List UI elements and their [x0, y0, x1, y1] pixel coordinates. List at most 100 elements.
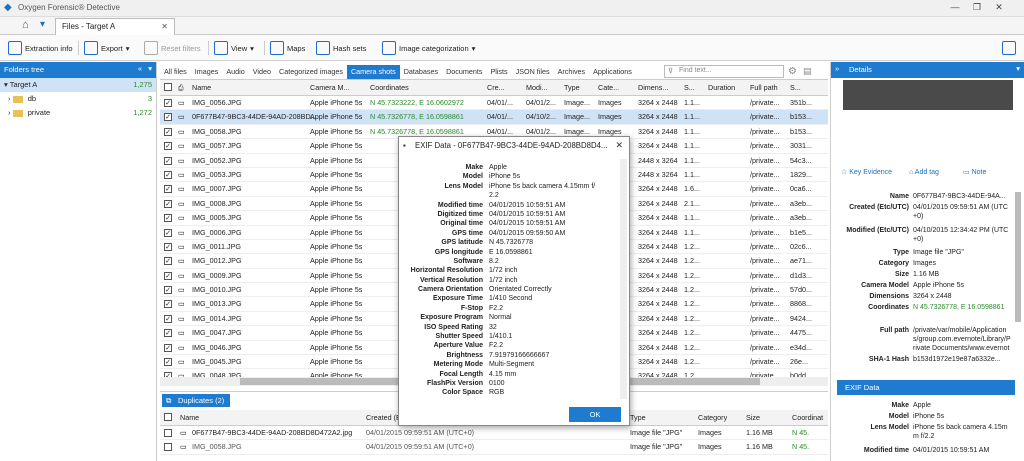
collapse-icon[interactable]: «: [138, 64, 142, 73]
tab-close-icon[interactable]: ✕: [161, 22, 168, 31]
row-checkbox[interactable]: ✓: [164, 300, 172, 309]
expand-icon[interactable]: ›: [8, 94, 11, 103]
table-row[interactable]: ✓ ▭ 0F677B47-9BC3-44DE-94AD-208BD... Apple …: [160, 110, 828, 125]
filter-tab[interactable]: Plists: [486, 65, 511, 79]
filter-tab[interactable]: Archives: [554, 65, 590, 79]
column-header[interactable]: Dimens...: [638, 80, 668, 96]
row-checkbox[interactable]: ✓: [164, 286, 172, 295]
column-header[interactable]: Cate...: [598, 80, 619, 96]
select-all-checkbox[interactable]: [164, 83, 172, 91]
row-checkbox[interactable]: ✓: [164, 170, 172, 179]
row-checkbox[interactable]: ✓: [164, 214, 172, 223]
row-checkbox[interactable]: [164, 429, 172, 437]
dialog-scrollbar[interactable]: [620, 159, 627, 399]
filter-tab[interactable]: Documents: [442, 65, 486, 79]
dialog-close-icon[interactable]: ✕: [615, 140, 623, 151]
maximize-icon[interactable]: ❐: [970, 2, 984, 14]
filter-tab[interactable]: Applications: [589, 65, 636, 79]
details-scrollbar[interactable]: [1015, 192, 1021, 322]
column-header[interactable]: Camera M...: [310, 80, 350, 96]
expand-icon[interactable]: ›: [8, 108, 11, 117]
filter-tab[interactable]: All files: [160, 65, 191, 79]
row-checkbox[interactable]: ✓: [164, 314, 172, 323]
layout-button[interactable]: [1002, 39, 1016, 57]
filter-tab-active[interactable]: Camera shots: [346, 65, 400, 79]
maps-button[interactable]: Maps: [270, 39, 305, 57]
collapse-icon[interactable]: »: [835, 64, 839, 73]
reset-filters-button[interactable]: Reset filters: [144, 39, 201, 57]
key-evidence-button[interactable]: ☆ Key Evidence: [841, 168, 892, 177]
settings-icon[interactable]: ⚙: [788, 66, 797, 77]
image-categorization-button[interactable]: Image categorization ▾: [382, 39, 475, 57]
home-icon[interactable]: ⌂: [22, 19, 29, 31]
find-text-input[interactable]: ⊽ Find text...: [664, 65, 784, 78]
column-header[interactable]: S...: [790, 80, 801, 96]
export-button[interactable]: Export ▾: [84, 39, 129, 57]
exif-value: RGB: [489, 389, 505, 397]
tab-dropdown-icon[interactable]: ▾: [40, 19, 45, 30]
column-header[interactable]: Type: [630, 410, 646, 426]
expand-icon[interactable]: ▾: [4, 80, 8, 89]
row-checkbox[interactable]: ✓: [164, 329, 172, 338]
print-icon[interactable]: ⎙: [178, 80, 184, 96]
row-checkbox[interactable]: ✓: [164, 127, 172, 136]
column-header[interactable]: Created (E: [366, 410, 401, 426]
ok-button[interactable]: OK: [569, 407, 621, 422]
table-row[interactable]: ✓ ▭ IMG_0056.JPG Apple iPhone 5s N 45.732322…: [160, 96, 828, 111]
row-checkbox[interactable]: ✓: [164, 113, 172, 122]
view-button[interactable]: View ▾: [214, 39, 254, 57]
close-icon[interactable]: ✕: [992, 2, 1006, 14]
cell-coords[interactable]: N 45.7326778, E 16.0598861: [370, 110, 464, 124]
column-header[interactable]: Modi...: [526, 80, 548, 96]
filter-tab[interactable]: Categorized images: [275, 65, 347, 79]
column-header[interactable]: Category: [698, 410, 727, 426]
hash-sets-button[interactable]: Hash sets: [316, 39, 366, 57]
extraction-info-button[interactable]: Extraction info: [8, 39, 73, 57]
coordinates-link[interactable]: N 45.7326778, E 16.0598861: [913, 303, 1011, 312]
exif-field: Software 8.2: [399, 257, 619, 266]
filter-tab[interactable]: Video: [249, 65, 275, 79]
filter-options-icon[interactable]: ▤: [803, 66, 812, 77]
column-header[interactable]: Coordinat: [792, 410, 823, 426]
row-checkbox[interactable]: ✓: [164, 228, 172, 237]
column-header[interactable]: Size: [746, 410, 760, 426]
row-checkbox[interactable]: [164, 443, 172, 452]
row-checkbox[interactable]: ✓: [164, 271, 172, 280]
column-header[interactable]: Name: [180, 410, 199, 426]
tab-files-target-a[interactable]: Files - Target A ✕: [55, 18, 175, 35]
select-all-checkbox[interactable]: [164, 413, 172, 421]
filter-tab[interactable]: Databases: [400, 65, 442, 79]
row-checkbox[interactable]: ✓: [164, 156, 172, 165]
tree-item-private[interactable]: › private 1,272: [0, 106, 156, 120]
column-header[interactable]: Cre...: [487, 80, 505, 96]
column-header[interactable]: Duration: [708, 80, 735, 96]
minimize-icon[interactable]: —: [948, 2, 962, 14]
row-checkbox[interactable]: ✓: [164, 199, 172, 208]
pin-icon[interactable]: ▾: [148, 64, 152, 73]
row-checkbox[interactable]: ✓: [164, 142, 172, 151]
row-checkbox[interactable]: ✓: [164, 99, 172, 107]
duplicate-row[interactable]: ▭ IMG_0058.JPG 04/01/2015 09:59:51 AM (U…: [160, 440, 828, 455]
filter-tab[interactable]: Audio: [222, 65, 248, 79]
add-tag-button[interactable]: ⌂ Add tag: [909, 168, 939, 177]
row-checkbox[interactable]: ✓: [164, 257, 172, 266]
duplicate-row[interactable]: ▭ 0F677B47-9BC3-44DE-94AD-208BD8D472A2.j…: [160, 426, 828, 441]
column-header[interactable]: S...: [684, 80, 695, 96]
row-checkbox[interactable]: ✓: [164, 185, 172, 194]
tree-item-db[interactable]: › db 3: [0, 92, 156, 106]
tree-item-target-a[interactable]: ▾ Target A 1,275: [0, 78, 156, 92]
cell-coords[interactable]: N 45.7323222, E 16.0602972: [370, 96, 464, 110]
column-header[interactable]: Name: [192, 80, 211, 96]
cell-name: IMG_0058.JPG: [192, 126, 242, 136]
note-button[interactable]: ▭ Note: [963, 168, 986, 177]
row-checkbox[interactable]: ✓: [164, 242, 172, 251]
row-checkbox[interactable]: ✓: [164, 358, 172, 367]
filter-tab[interactable]: JSON files: [512, 65, 554, 79]
column-header[interactable]: Full path: [750, 80, 778, 96]
duplicates-tab[interactable]: ⧉ Duplicates (2): [162, 394, 231, 407]
pin-icon[interactable]: ▾: [1016, 64, 1020, 73]
column-header[interactable]: Coordinates: [370, 80, 409, 96]
filter-tab[interactable]: Images: [191, 65, 223, 79]
column-header[interactable]: Type: [564, 80, 580, 96]
row-checkbox[interactable]: ✓: [164, 343, 172, 352]
